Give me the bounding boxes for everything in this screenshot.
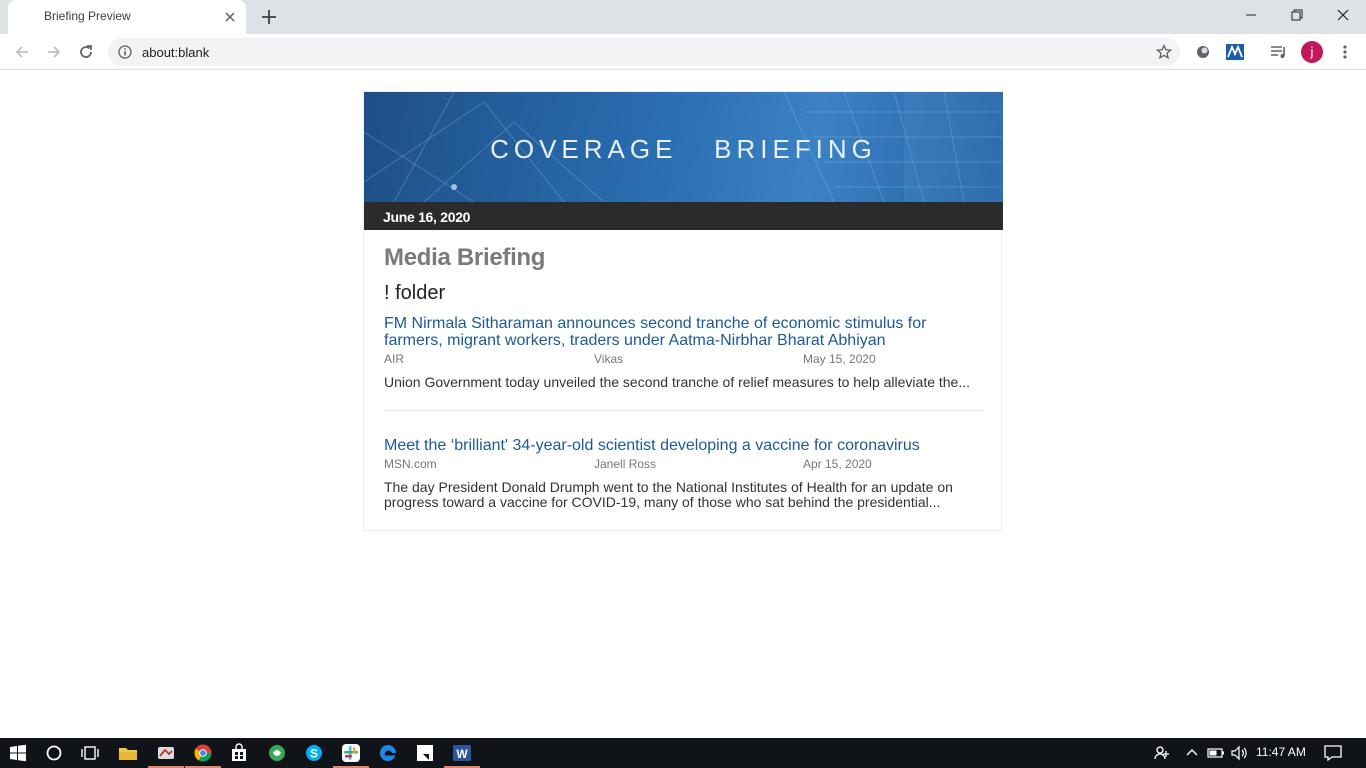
chevron-up-icon[interactable] bbox=[1182, 743, 1202, 763]
slack-icon[interactable] bbox=[341, 743, 361, 763]
extension-circle-icon bbox=[1197, 46, 1209, 58]
article-meta: AIR Vikas May 15, 2020 bbox=[384, 352, 984, 366]
new-tab-icon[interactable] bbox=[260, 8, 278, 26]
media-controls-button[interactable] bbox=[1269, 42, 1289, 62]
app-icon[interactable] bbox=[156, 743, 176, 763]
briefing-card: COVERAGE BRIEFING June 16, 2020 Media Br… bbox=[363, 91, 1003, 531]
svg-text:S: S bbox=[310, 747, 318, 761]
restore-button[interactable] bbox=[1274, 0, 1320, 30]
svg-text:W: W bbox=[456, 747, 468, 761]
tab-title: Briefing Preview bbox=[44, 9, 131, 23]
folder-heading: ! folder bbox=[384, 282, 446, 304]
date-bar: June 16, 2020 bbox=[364, 202, 1003, 230]
article-summary: The day President Donald Drumph went to … bbox=[384, 479, 953, 510]
green-app-icon[interactable] bbox=[267, 743, 287, 763]
kebab-menu-icon bbox=[1343, 45, 1347, 59]
tab-briefing-preview[interactable]: Briefing Preview bbox=[8, 0, 246, 34]
cortana-search-icon[interactable] bbox=[44, 743, 64, 763]
skype-icon[interactable]: S bbox=[304, 743, 324, 763]
article-title-link[interactable]: Meet the ‘brilliant' 34-year-old scienti… bbox=[384, 437, 974, 454]
url-text[interactable]: about:blank bbox=[142, 45, 209, 60]
banner-title: COVERAGE BRIEFING bbox=[490, 134, 877, 164]
sticky-notes-icon[interactable] bbox=[415, 743, 435, 763]
store-icon[interactable] bbox=[229, 743, 249, 763]
extension-m-button[interactable] bbox=[1225, 42, 1245, 62]
edge-icon[interactable] bbox=[378, 743, 398, 763]
chrome-icon[interactable] bbox=[193, 743, 213, 763]
briefing-banner: COVERAGE BRIEFING bbox=[364, 92, 1003, 202]
info-icon[interactable] bbox=[118, 45, 132, 59]
briefing-date: June 16, 2020 bbox=[383, 209, 471, 225]
article-meta: MSN.com Janell Ross Apr 15, 2020 bbox=[384, 457, 984, 471]
menu-button[interactable] bbox=[1335, 42, 1355, 62]
close-window-button[interactable] bbox=[1320, 0, 1366, 30]
tab-close-icon[interactable] bbox=[222, 9, 238, 25]
article-author: Janell Ross bbox=[594, 457, 657, 471]
article-author: Vikas bbox=[594, 352, 624, 366]
playlist-icon bbox=[1271, 46, 1285, 58]
restore-icon bbox=[1291, 9, 1303, 21]
forward-arrow-icon bbox=[48, 46, 61, 58]
word-icon[interactable]: W bbox=[452, 743, 472, 763]
back-button[interactable] bbox=[12, 42, 32, 62]
article-source: MSN.com bbox=[384, 457, 437, 471]
people-icon[interactable] bbox=[1152, 743, 1172, 763]
reload-icon bbox=[80, 45, 92, 58]
browser-toolbar: about:blank j bbox=[0, 34, 1366, 70]
system-clock[interactable]: 11:47 AM bbox=[1256, 745, 1306, 759]
address-bar[interactable]: about:blank bbox=[108, 38, 1180, 66]
windows-start-icon[interactable] bbox=[8, 743, 28, 763]
minimize-button[interactable] bbox=[1228, 0, 1274, 30]
volume-icon[interactable] bbox=[1229, 743, 1249, 763]
back-arrow-icon bbox=[15, 46, 28, 58]
windows-taskbar: S W 11:47 AM bbox=[0, 738, 1366, 768]
page-title: Media Briefing bbox=[384, 244, 546, 271]
tab-strip: Briefing Preview bbox=[0, 0, 1366, 34]
close-icon bbox=[1337, 9, 1349, 21]
article-summary: Union Government today unveiled the seco… bbox=[384, 374, 971, 390]
notification-center-icon[interactable] bbox=[1323, 743, 1343, 763]
extension-circle-button[interactable] bbox=[1193, 42, 1213, 62]
extension-m-icon bbox=[1226, 44, 1244, 60]
article-date: Apr 15, 2020 bbox=[803, 457, 872, 471]
article-source: AIR bbox=[384, 352, 405, 366]
article-date: May 15, 2020 bbox=[803, 352, 876, 366]
battery-icon[interactable] bbox=[1206, 743, 1226, 763]
article-divider bbox=[384, 410, 983, 411]
task-view-icon[interactable] bbox=[80, 743, 100, 763]
file-explorer-icon[interactable] bbox=[118, 743, 138, 763]
bookmark-star-icon[interactable] bbox=[1156, 44, 1172, 60]
profile-avatar[interactable]: j bbox=[1301, 41, 1323, 63]
minimize-icon bbox=[1246, 14, 1256, 16]
forward-button[interactable] bbox=[44, 42, 64, 62]
article-title-link[interactable]: FM Nirmala Sitharaman announces second t… bbox=[384, 315, 974, 349]
reload-button[interactable] bbox=[76, 42, 96, 62]
page-content: COVERAGE BRIEFING June 16, 2020 Media Br… bbox=[0, 71, 1366, 738]
